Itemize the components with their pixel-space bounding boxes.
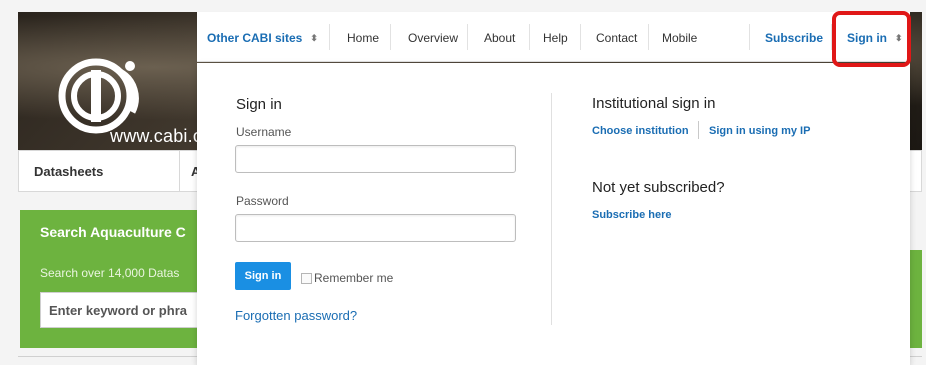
sign-in-dropdown-panel: Sign in Username Password Sign in Rememb… — [197, 63, 910, 365]
nav-divider — [749, 24, 750, 50]
nav-divider — [329, 24, 330, 50]
nav-contact[interactable]: Contact — [596, 31, 637, 45]
remember-me-checkbox[interactable] — [301, 272, 312, 284]
sign-in-button[interactable]: Sign in — [235, 262, 291, 290]
sign-in-heading: Sign in — [236, 96, 282, 113]
search-panel: Search Aquaculture C Search over 14,000 … — [20, 210, 216, 348]
remember-me-label: Remember me — [314, 271, 394, 285]
nav-divider — [580, 24, 581, 50]
nav-sign-in-label: Sign in — [847, 31, 887, 45]
search-panel-title: Search Aquaculture C — [40, 224, 186, 240]
search-panel-subtitle: Search over 14,000 Datas — [40, 266, 180, 280]
tab-datasheets[interactable]: Datasheets — [34, 164, 103, 179]
tab-separator — [179, 151, 180, 191]
nav-help[interactable]: Help — [543, 31, 568, 45]
inline-link-divider — [698, 121, 699, 139]
panel-column-divider — [551, 93, 552, 325]
updown-arrow-icon: ⬍ — [310, 33, 318, 43]
password-field[interactable] — [235, 214, 516, 242]
not-yet-subscribed-heading: Not yet subscribed? — [592, 179, 725, 196]
password-label: Password — [236, 194, 289, 208]
nav-divider — [831, 24, 832, 50]
search-input[interactable]: Enter keyword or phra — [40, 292, 216, 328]
nav-other-cabi-sites-label: Other CABI sites — [207, 31, 303, 45]
subscribe-here-link[interactable]: Subscribe here — [592, 209, 671, 221]
top-navigation: Other CABI sites ⬍ Home Overview About He… — [197, 12, 910, 62]
nav-divider — [648, 24, 649, 50]
nav-divider — [390, 24, 391, 50]
green-panel-edge — [910, 250, 922, 348]
nav-home[interactable]: Home — [347, 31, 379, 45]
updown-arrow-icon: ⬍ — [895, 33, 903, 43]
nav-other-cabi-sites[interactable]: Other CABI sites ⬍ — [207, 31, 318, 45]
nav-overview[interactable]: Overview — [408, 31, 458, 45]
cabi-logo[interactable]: www.cabi.org — [58, 52, 219, 152]
nav-subscribe[interactable]: Subscribe — [765, 31, 823, 45]
institutional-sign-in-heading: Institutional sign in — [592, 95, 716, 112]
username-label: Username — [236, 125, 292, 139]
nav-divider — [467, 24, 468, 50]
sign-in-using-ip-link[interactable]: Sign in using my IP — [709, 125, 810, 137]
nav-mobile[interactable]: Mobile — [662, 31, 697, 45]
username-field[interactable] — [235, 145, 516, 173]
nav-divider — [529, 24, 530, 50]
forgotten-password-link[interactable]: Forgotten password? — [235, 308, 357, 323]
remember-me-option[interactable]: Remember me — [301, 271, 393, 285]
nav-sign-in[interactable]: Sign in ⬍ — [847, 31, 903, 45]
choose-institution-link[interactable]: Choose institution — [592, 125, 689, 137]
nav-about[interactable]: About — [484, 31, 515, 45]
